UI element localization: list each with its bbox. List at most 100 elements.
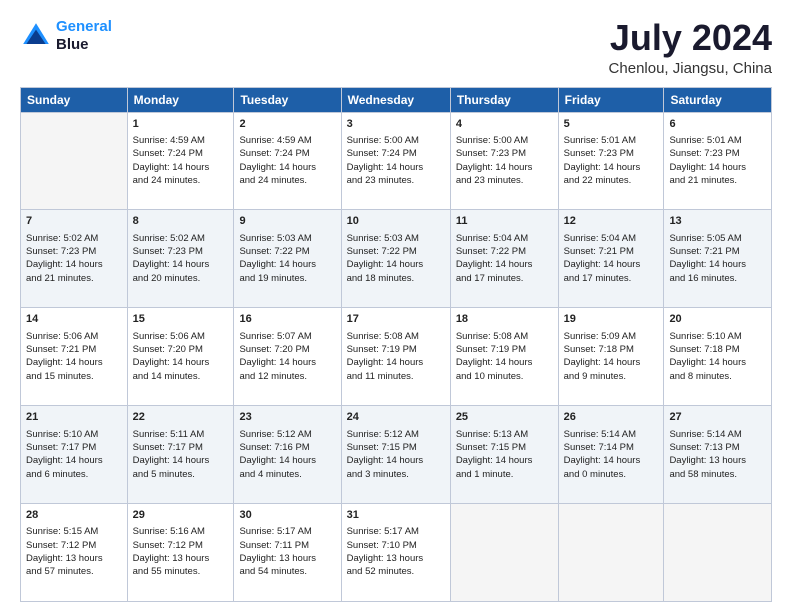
day-cell: 24Sunrise: 5:12 AMSunset: 7:15 PMDayligh… bbox=[341, 406, 450, 504]
day-number: 2 bbox=[239, 117, 335, 132]
day-number: 7 bbox=[26, 214, 122, 229]
day-info-line: and 4 minutes. bbox=[239, 468, 335, 481]
day-cell: 4 Sunrise: 5:00 AMSunset: 7:23 PMDaylight… bbox=[450, 112, 558, 210]
day-info-line: Sunset: 7:14 PM bbox=[564, 441, 659, 454]
day-info-line: Daylight: 14 hours bbox=[133, 161, 229, 174]
day-info-line: and 11 minutes. bbox=[347, 370, 445, 383]
location-subtitle: Chenlou, Jiangsu, China bbox=[609, 60, 772, 77]
day-info-line: and 55 minutes. bbox=[133, 565, 229, 578]
day-number: 30 bbox=[239, 508, 335, 523]
day-info-line: and 19 minutes. bbox=[239, 272, 335, 285]
day-number: 4 bbox=[456, 117, 553, 132]
day-cell: 28 Sunrise: 5:15 AMSunset: 7:12 PMDayligh… bbox=[21, 504, 128, 602]
day-info-line: Daylight: 14 hours bbox=[669, 258, 766, 271]
day-info-line: Sunset: 7:17 PM bbox=[26, 441, 122, 454]
week-row-1: 1Sunrise: 4:59 AMSunset: 7:24 PMDaylight… bbox=[21, 112, 772, 210]
day-info-line: Daylight: 14 hours bbox=[239, 258, 335, 271]
day-info-line: Daylight: 14 hours bbox=[456, 161, 553, 174]
day-number: 14 bbox=[26, 312, 122, 327]
day-cell: 9Sunrise: 5:03 AMSunset: 7:22 PMDaylight… bbox=[234, 210, 341, 308]
day-info-line: Sunrise: 5:08 AM bbox=[347, 330, 445, 343]
day-info-line: Sunset: 7:19 PM bbox=[347, 343, 445, 356]
day-info-line: Sunrise: 5:04 AM bbox=[564, 232, 659, 245]
day-number: 22 bbox=[133, 410, 229, 425]
day-info-line: Daylight: 14 hours bbox=[26, 454, 122, 467]
day-info-line: Sunrise: 5:05 AM bbox=[669, 232, 766, 245]
day-number: 28 bbox=[26, 508, 122, 523]
day-info-line: Daylight: 14 hours bbox=[347, 161, 445, 174]
day-info-line: Sunrise: 5:08 AM bbox=[456, 330, 553, 343]
day-cell: 1Sunrise: 4:59 AMSunset: 7:24 PMDaylight… bbox=[127, 112, 234, 210]
day-info-line: Sunset: 7:23 PM bbox=[456, 147, 553, 160]
day-cell: 31Sunrise: 5:17 AMSunset: 7:10 PMDayligh… bbox=[341, 504, 450, 602]
day-info-line: Sunset: 7:12 PM bbox=[26, 539, 122, 552]
calendar: SundayMondayTuesdayWednesdayThursdayFrid… bbox=[20, 87, 772, 602]
day-info-line: Sunrise: 5:00 AM bbox=[456, 134, 553, 147]
day-info-line: Sunrise: 5:16 AM bbox=[133, 525, 229, 538]
day-info-line: Sunrise: 5:17 AM bbox=[239, 525, 335, 538]
day-info-line: and 23 minutes. bbox=[456, 174, 553, 187]
day-info-line: and 54 minutes. bbox=[239, 565, 335, 578]
day-info-line: Sunset: 7:21 PM bbox=[564, 245, 659, 258]
week-row-2: 7Sunrise: 5:02 AMSunset: 7:23 PMDaylight… bbox=[21, 210, 772, 308]
day-info-line: Sunrise: 5:06 AM bbox=[26, 330, 122, 343]
day-info-line: Sunset: 7:21 PM bbox=[669, 245, 766, 258]
day-number: 29 bbox=[133, 508, 229, 523]
day-info-line: Daylight: 14 hours bbox=[564, 454, 659, 467]
day-number: 24 bbox=[347, 410, 445, 425]
day-info-line: Daylight: 14 hours bbox=[239, 356, 335, 369]
day-info-line: Daylight: 14 hours bbox=[347, 454, 445, 467]
day-number: 3 bbox=[347, 117, 445, 132]
day-info-line: and 6 minutes. bbox=[26, 468, 122, 481]
day-cell: 17Sunrise: 5:08 AMSunset: 7:19 PMDayligh… bbox=[341, 308, 450, 406]
week-row-4: 21Sunrise: 5:10 AMSunset: 7:17 PMDayligh… bbox=[21, 406, 772, 504]
day-number: 12 bbox=[564, 214, 659, 229]
day-info-line: Sunrise: 5:15 AM bbox=[26, 525, 122, 538]
day-info-line: Daylight: 14 hours bbox=[347, 258, 445, 271]
weekday-header-friday: Friday bbox=[558, 87, 664, 112]
day-number: 1 bbox=[133, 117, 229, 132]
day-number: 16 bbox=[239, 312, 335, 327]
day-info-line: and 0 minutes. bbox=[564, 468, 659, 481]
day-number: 23 bbox=[239, 410, 335, 425]
header: General Blue July 2024 Chenlou, Jiangsu,… bbox=[20, 18, 772, 77]
day-cell: 15Sunrise: 5:06 AMSunset: 7:20 PMDayligh… bbox=[127, 308, 234, 406]
day-number: 27 bbox=[669, 410, 766, 425]
day-info-line: and 21 minutes. bbox=[26, 272, 122, 285]
day-info-line: and 17 minutes. bbox=[456, 272, 553, 285]
day-info-line: and 3 minutes. bbox=[347, 468, 445, 481]
day-number: 9 bbox=[239, 214, 335, 229]
day-info-line: Sunset: 7:24 PM bbox=[347, 147, 445, 160]
day-info-line: Sunset: 7:21 PM bbox=[26, 343, 122, 356]
day-info-line: Sunset: 7:23 PM bbox=[669, 147, 766, 160]
day-info-line: Sunrise: 5:02 AM bbox=[133, 232, 229, 245]
day-info-line: Daylight: 14 hours bbox=[456, 356, 553, 369]
day-number: 15 bbox=[133, 312, 229, 327]
day-cell: 14Sunrise: 5:06 AMSunset: 7:21 PMDayligh… bbox=[21, 308, 128, 406]
day-info-line: Sunset: 7:22 PM bbox=[456, 245, 553, 258]
day-info-line: Daylight: 13 hours bbox=[347, 552, 445, 565]
day-info-line: Sunrise: 5:04 AM bbox=[456, 232, 553, 245]
day-info-line: Sunrise: 4:59 AM bbox=[239, 134, 335, 147]
day-number: 17 bbox=[347, 312, 445, 327]
day-info-line: Sunset: 7:23 PM bbox=[26, 245, 122, 258]
day-info-line: Sunrise: 4:59 AM bbox=[133, 134, 229, 147]
day-info-line: Sunset: 7:23 PM bbox=[133, 245, 229, 258]
weekday-header-sunday: Sunday bbox=[21, 87, 128, 112]
logo-icon bbox=[20, 20, 52, 52]
day-info-line: Sunset: 7:16 PM bbox=[239, 441, 335, 454]
day-info-line: Sunrise: 5:14 AM bbox=[564, 428, 659, 441]
day-info-line: Daylight: 14 hours bbox=[456, 258, 553, 271]
day-info-line: Sunset: 7:19 PM bbox=[456, 343, 553, 356]
day-info-line: and 16 minutes. bbox=[669, 272, 766, 285]
day-info-line: Sunset: 7:22 PM bbox=[347, 245, 445, 258]
day-info-line: Daylight: 13 hours bbox=[26, 552, 122, 565]
day-info-line: Daylight: 14 hours bbox=[564, 161, 659, 174]
day-cell: 5Sunrise: 5:01 AMSunset: 7:23 PMDaylight… bbox=[558, 112, 664, 210]
day-cell: 30Sunrise: 5:17 AMSunset: 7:11 PMDayligh… bbox=[234, 504, 341, 602]
title-block: July 2024 Chenlou, Jiangsu, China bbox=[609, 18, 772, 77]
day-cell: 7Sunrise: 5:02 AMSunset: 7:23 PMDaylight… bbox=[21, 210, 128, 308]
day-info-line: and 15 minutes. bbox=[26, 370, 122, 383]
day-info-line: Sunrise: 5:06 AM bbox=[133, 330, 229, 343]
day-info-line: Sunset: 7:15 PM bbox=[456, 441, 553, 454]
